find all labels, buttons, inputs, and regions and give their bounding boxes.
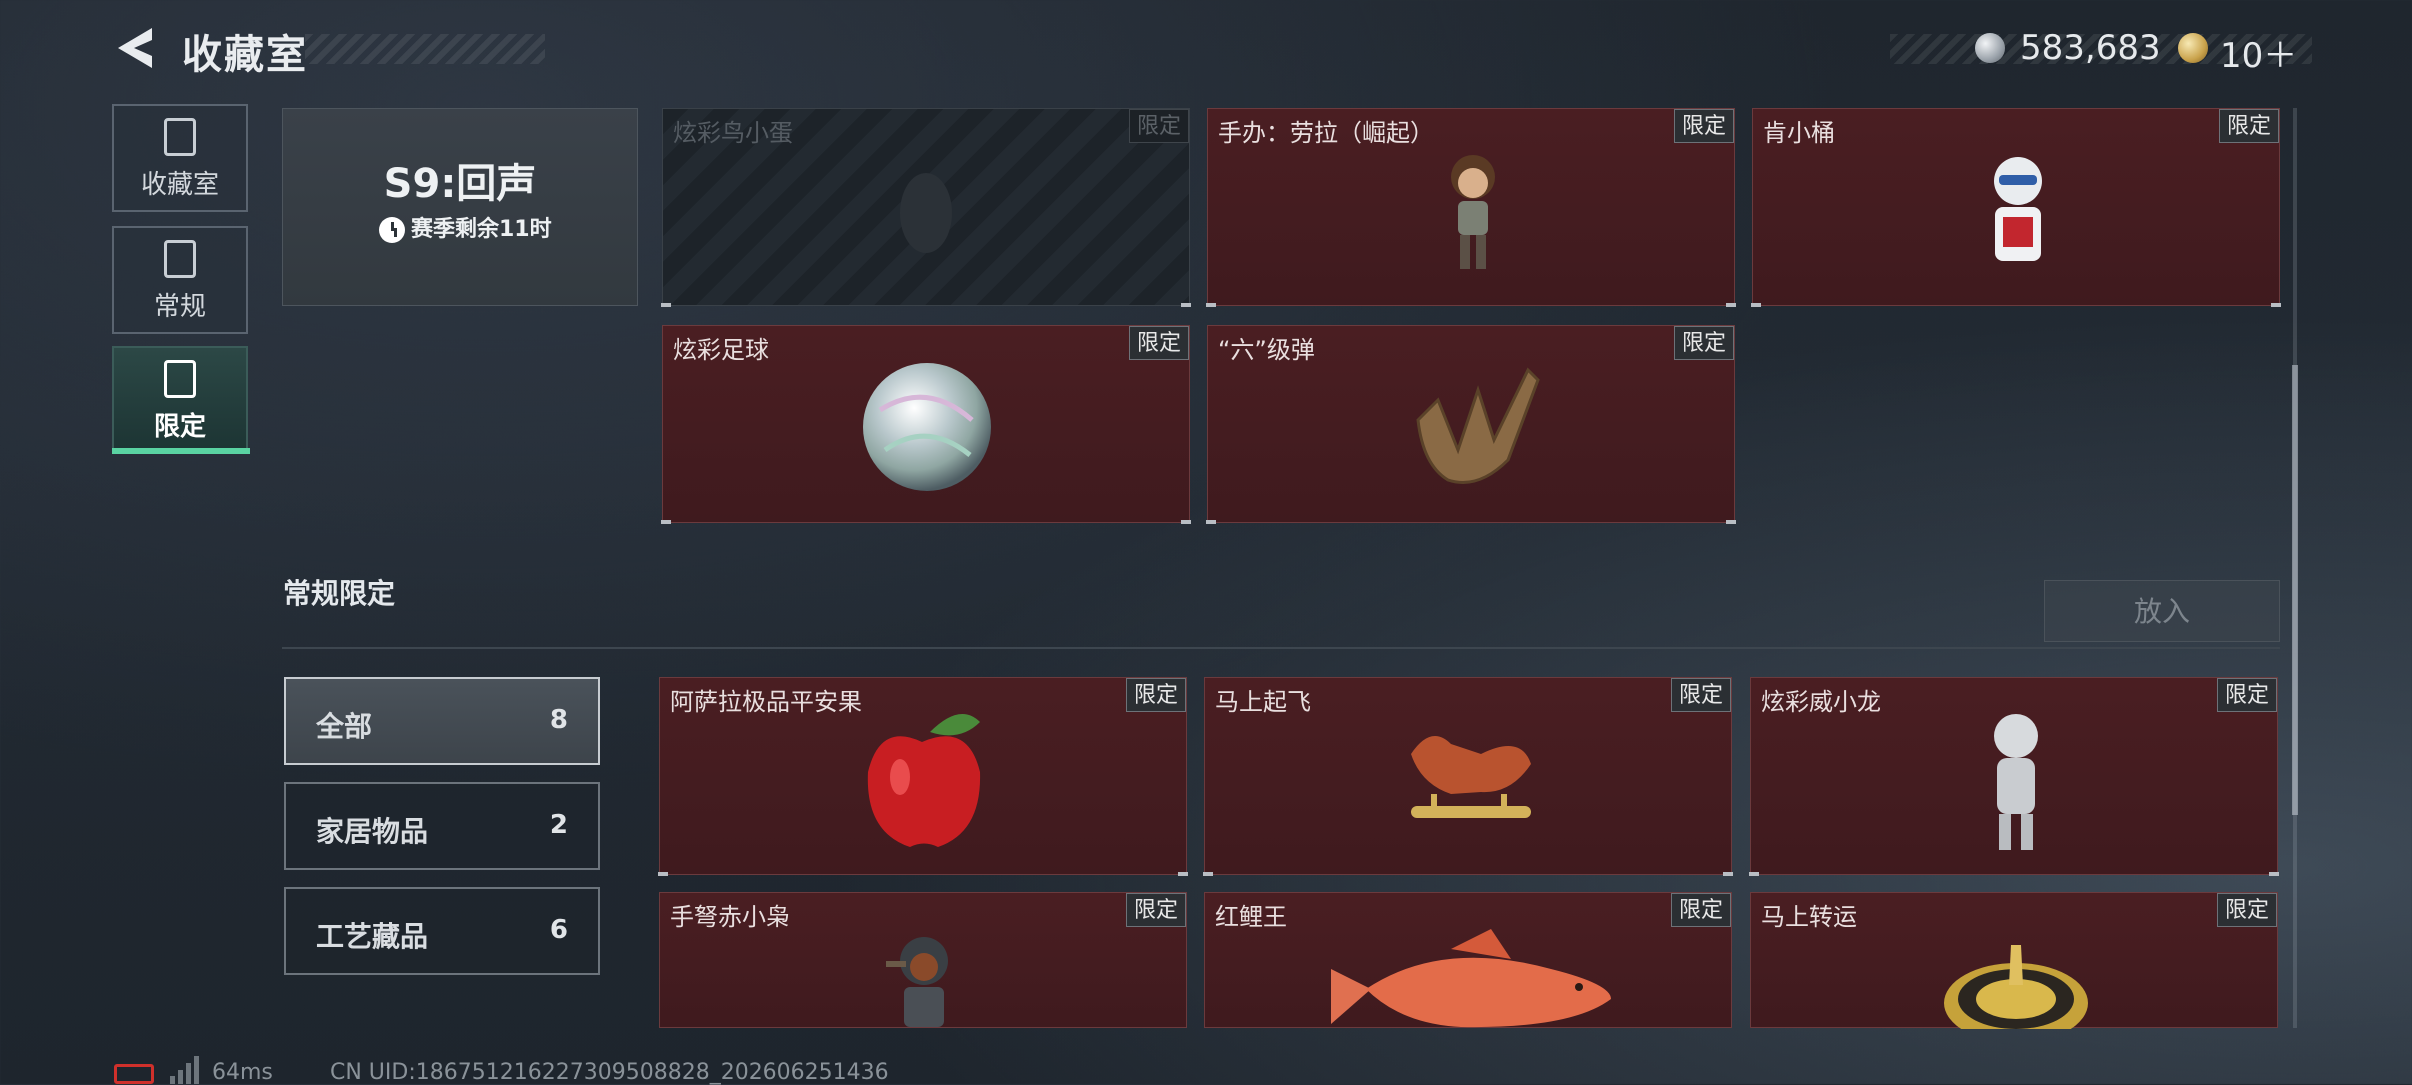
crossbow-owl-figure-icon	[886, 937, 948, 1027]
card-name: 炫彩鸟小蛋	[673, 119, 793, 147]
season-remaining-text: 赛季剩余11时	[411, 217, 552, 242]
silver-coin-icon	[1975, 33, 2005, 63]
card-name: 炫彩足球	[673, 336, 769, 364]
put-in-button[interactable]: 放入	[2044, 580, 2280, 642]
collection-card[interactable]: 炫彩鸟小蛋 限定	[661, 108, 1191, 307]
filter-all[interactable]: 全部 8	[284, 677, 600, 765]
card-name: 肯小桶	[1763, 119, 1835, 147]
bucket-figure-icon	[1994, 157, 2042, 261]
limited-tag: 限定	[1126, 893, 1186, 927]
title-decoration	[305, 34, 545, 64]
nav-label: 常规	[153, 292, 206, 322]
filter-crafts[interactable]: 工艺藏品 6	[284, 887, 600, 975]
card-name: 手办：劳拉（崛起）	[1218, 119, 1434, 147]
nav-item-collection-room[interactable]: 收藏室	[112, 104, 248, 212]
signal-icon	[170, 1056, 199, 1084]
section-divider	[282, 647, 2280, 649]
limited-tag: 限定	[2217, 678, 2277, 712]
limited-tag: 限定	[1129, 326, 1189, 360]
season-remaining: 赛季剩余11时	[379, 211, 552, 243]
collection-card[interactable]: 红鲤王 限定	[1204, 892, 1732, 1028]
dragon-figure-icon	[1994, 714, 2038, 850]
nav-label: 限定	[153, 412, 206, 442]
filter-label: 家居物品	[316, 815, 429, 848]
limited-icon	[164, 360, 196, 398]
collection-card[interactable]: 阿萨拉极品平安果 限定	[658, 677, 1188, 876]
regular-icon	[164, 240, 196, 278]
currency-silver-value: 583,683	[2020, 28, 2161, 68]
season-panel: S9:回声 赛季剩余11时	[282, 108, 638, 306]
collection-card[interactable]: 炫彩威小龙 限定	[1749, 677, 2279, 876]
card-name: 炫彩威小龙	[1761, 688, 1881, 716]
filter-label: 工艺藏品	[316, 920, 429, 953]
battery-icon	[114, 1064, 154, 1084]
gold-coin-icon	[2178, 33, 2208, 63]
limited-tag: 限定	[2217, 893, 2277, 927]
limited-tag: 限定	[1671, 893, 1731, 927]
limited-tag: 限定	[1674, 326, 1734, 360]
collection-card[interactable]: 肯小桶 限定	[1751, 108, 2281, 307]
filter-count: 8	[549, 705, 568, 735]
bird-egg-silhouette-icon	[900, 173, 952, 253]
collection-room-icon	[164, 118, 196, 156]
collection-card[interactable]: 炫彩足球 限定	[661, 325, 1191, 524]
card-name: “六”级弹	[1218, 336, 1315, 364]
back-button[interactable]	[112, 24, 156, 72]
season-title: S9:回声	[383, 161, 537, 207]
filter-count: 6	[549, 915, 568, 945]
holo-football-icon	[863, 363, 991, 491]
limited-tag: 限定	[1126, 678, 1186, 712]
nav-item-regular[interactable]: 常规	[112, 226, 248, 334]
limited-tag: 限定	[1129, 109, 1189, 143]
nav-active-indicator	[112, 448, 250, 454]
ping-value: 64ms	[212, 1060, 273, 1085]
card-name: 手弩赤小枭	[670, 903, 790, 931]
collection-card[interactable]: 手弩赤小枭 限定	[659, 892, 1187, 1028]
section-title: 常规限定	[283, 577, 396, 610]
card-name: 红鲤王	[1215, 903, 1287, 931]
collection-card[interactable]: 马上起飞 限定	[1203, 677, 1733, 876]
lara-figure-icon	[1451, 155, 1495, 269]
filter-household[interactable]: 家居物品 2	[284, 782, 600, 870]
fortune-wheel-icon	[1944, 945, 2088, 1029]
bullet-hand-icon	[1416, 367, 1540, 484]
limited-tag: 限定	[2219, 109, 2279, 143]
page-title: 收藏室	[182, 32, 308, 78]
filter-count: 2	[549, 810, 568, 840]
collection-card[interactable]: 马上转运 限定	[1750, 892, 2278, 1029]
red-carp-icon	[1331, 929, 1611, 1028]
flying-horse-icon	[1411, 736, 1531, 818]
apple-icon	[867, 714, 981, 847]
collection-card[interactable]: 手办：劳拉（崛起） 限定	[1206, 108, 1736, 307]
filter-label: 全部	[316, 710, 373, 743]
scrollbar-thumb[interactable]	[2292, 365, 2298, 815]
card-name: 阿萨拉极品平安果	[670, 688, 862, 716]
currency-gold-value[interactable]: 10＋	[2220, 28, 2297, 77]
back-arrow-icon	[118, 28, 152, 68]
limited-tag: 限定	[1674, 109, 1734, 143]
limited-tag: 限定	[1671, 678, 1731, 712]
nav-item-limited[interactable]: 限定	[112, 346, 248, 450]
card-name: 马上转运	[1761, 903, 1857, 931]
clock-icon	[379, 217, 405, 243]
collection-card[interactable]: “六”级弹 限定	[1206, 325, 1736, 524]
user-uid: CN UID:18675121622730950882​8_2026062514…	[330, 1060, 889, 1085]
nav-label: 收藏室	[140, 170, 219, 200]
card-name: 马上起飞	[1215, 688, 1311, 716]
